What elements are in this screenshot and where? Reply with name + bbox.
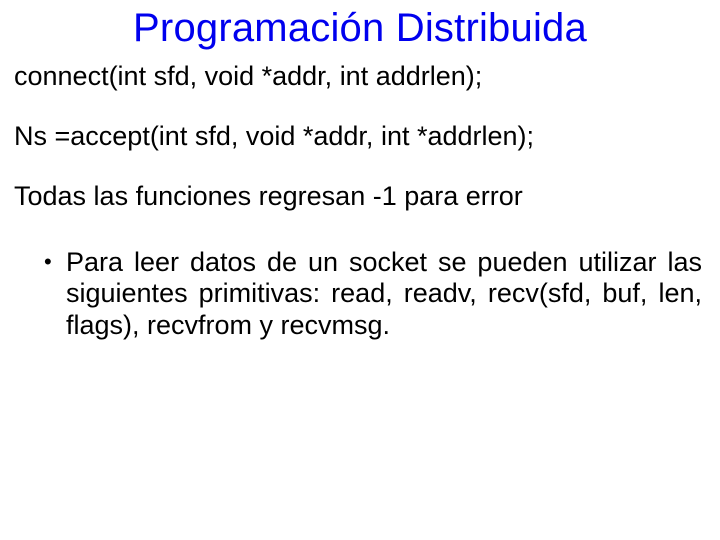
bullet-text: Para leer datos de un socket se pueden u… [66,247,706,343]
bullet-list: • Para leer datos de un socket se pueden… [14,247,706,343]
slide-title: Programación Distribuida [0,0,720,51]
slide-body: connect(int sfd, void *addr, int addrlen… [0,61,720,342]
bullet-marker-icon: • [44,247,66,278]
slide: Programación Distribuida connect(int sfd… [0,0,720,540]
code-line-connect: connect(int sfd, void *addr, int addrlen… [14,61,706,93]
code-line-accept: Ns =accept(int sfd, void *addr, int *add… [14,121,706,153]
bullet-item: • Para leer datos de un socket se pueden… [44,247,706,343]
error-note: Todas las funciones regresan -1 para err… [14,181,706,213]
